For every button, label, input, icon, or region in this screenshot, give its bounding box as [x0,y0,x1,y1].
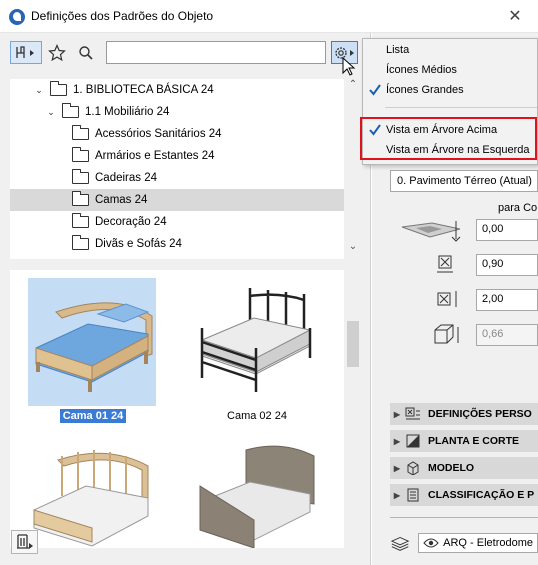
thumbnail-scrollbar-thumb[interactable] [347,321,359,367]
library-manager-icon [16,534,33,549]
browser-toolbar [0,33,371,73]
length-icon [437,291,457,307]
chevron-down-icon[interactable]: ⌄ [34,85,44,96]
column-header: para Co [498,202,538,214]
mouse-cursor-icon [342,57,356,76]
expand-icon: ▶ [393,490,401,500]
elevation-field[interactable]: 0,00 [476,219,538,241]
thumbnail-caption: Cama 02 24 [227,410,287,422]
thumbnail-item[interactable]: Cama 02 24 [192,278,322,422]
chevron-down-icon[interactable]: ⌄ [46,107,56,118]
section-label: MODELO [428,462,475,474]
tree-item-label: Divãs e Sofás 24 [95,238,182,250]
layers-icon [390,537,410,551]
height-icon [434,324,459,344]
tree-item[interactable]: Cadeiras 24 [10,167,344,189]
annotation-highlight-box [360,117,537,160]
tree-item[interactable]: Decoração 24 [10,211,344,233]
bed-image [28,432,156,548]
menu-item-large-icons[interactable]: Ícones Grandes [363,81,538,101]
thumbnail-item[interactable] [192,432,322,548]
layer-select[interactable]: ARQ - Eletrodome [418,533,538,553]
thumbnail-item[interactable] [28,432,158,548]
elevation-icon [401,221,461,242]
library-chair-icon [16,45,34,58]
folder-icon [71,213,89,228]
tree-item[interactable]: ⌄ 1. BIBLIOTECA BÁSICA 24 [10,79,344,101]
tree-item[interactable]: Divãs e Sofás 24 [10,233,344,255]
story-select[interactable]: 0. Pavimento Térreo (Atual) [390,170,538,192]
browser-panel: ⌄ 1. BIBLIOTECA BÁSICA 24 ⌄ 1.1 Mobiliár… [0,33,371,565]
checkmark-icon [369,84,381,96]
width-icon [437,255,453,273]
tree-scroll-up-arrow[interactable]: ⌃ [346,79,360,90]
tree-item-label: Decoração 24 [95,216,167,228]
star-icon [48,43,66,61]
folder-tree[interactable]: ⌄ 1. BIBLIOTECA BÁSICA 24 ⌄ 1.1 Mobiliár… [10,79,344,259]
expand-icon: ▶ [393,436,401,446]
tree-item-label: Armários e Estantes 24 [95,150,215,162]
object-thumbnail-grid[interactable]: Cama 01 24 Cama 02 24 [10,270,344,548]
expand-icon: ▶ [393,463,401,473]
favorites-button[interactable] [46,41,68,64]
folder-icon [71,125,89,140]
folder-icon [71,169,89,184]
section-label: CLASSIFICAÇÃO E P [428,489,535,501]
menu-item-label: Ícones Médios [386,64,457,76]
search-input[interactable] [106,41,326,64]
length-field[interactable]: 2,00 [476,289,538,311]
library-view-button[interactable] [10,41,42,64]
bed-image [192,432,320,548]
tree-item-label: 1.1 Mobiliário 24 [85,106,170,118]
thumbnail-caption: Cama 01 24 [28,409,158,423]
folder-icon [61,103,79,118]
layer-name: ARQ - Eletrodome [443,537,533,549]
tree-item-label: 1. BIBLIOTECA BÁSICA 24 [73,84,214,96]
height-field[interactable]: 0,66 [476,324,538,346]
model-cube-icon [404,461,422,475]
layer-row: ARQ - Eletrodome [390,531,538,555]
menu-item-medium-icons[interactable]: Ícones Médios [363,61,538,81]
bed-image [192,278,320,406]
folder-icon [71,147,89,162]
panel-divider [390,517,538,518]
tree-item-label: Acessórios Sanitários 24 [95,128,222,140]
section-custom-settings[interactable]: ▶ DEFINIÇÕES PERSO [390,403,538,425]
folder-icon [49,81,67,96]
menu-item-label: Lista [386,44,410,56]
tree-item-selected[interactable]: Camas 24 [10,189,344,211]
section-label: PLANTA E CORTE [428,435,519,447]
close-button[interactable]: ✕ [492,0,538,33]
magnifier-icon [79,45,93,60]
bed-image [28,278,156,406]
tree-item-label: Cadeiras 24 [95,172,158,184]
folder-icon [71,191,89,206]
classification-icon [404,488,422,502]
expand-icon: ▶ [393,409,401,419]
section-label: DEFINIÇÕES PERSO [428,408,532,420]
thumbnail-item-selected[interactable]: Cama 01 24 [28,278,158,423]
menu-separator [385,107,537,108]
title-bar: Definições dos Padrões do Objeto ✕ [0,0,538,33]
library-manager-button[interactable] [11,530,38,554]
window-title: Definições dos Padrões do Objeto [31,9,214,23]
tree-scroll-down-arrow[interactable]: ⌄ [346,241,360,252]
width-field[interactable]: 0,90 [476,254,538,276]
folder-icon [71,235,89,250]
custom-settings-icon [404,407,422,421]
menu-item-list[interactable]: Lista [363,41,538,61]
section-classification[interactable]: ▶ CLASSIFICAÇÃO E P [390,484,538,506]
eye-icon [423,538,439,548]
section-plan-section[interactable]: ▶ PLANTA E CORTE [390,430,538,452]
app-icon [9,9,25,25]
plan-section-icon [404,434,422,448]
menu-item-label: Ícones Grandes [386,84,464,96]
search-button[interactable] [76,41,96,64]
tree-item[interactable]: ⌄ 1.1 Mobiliário 24 [10,101,344,123]
tree-item-label: Camas 24 [95,194,148,206]
tree-item[interactable]: Armários e Estantes 24 [10,145,344,167]
tree-item[interactable]: Acessórios Sanitários 24 [10,123,344,145]
section-model[interactable]: ▶ MODELO [390,457,538,479]
